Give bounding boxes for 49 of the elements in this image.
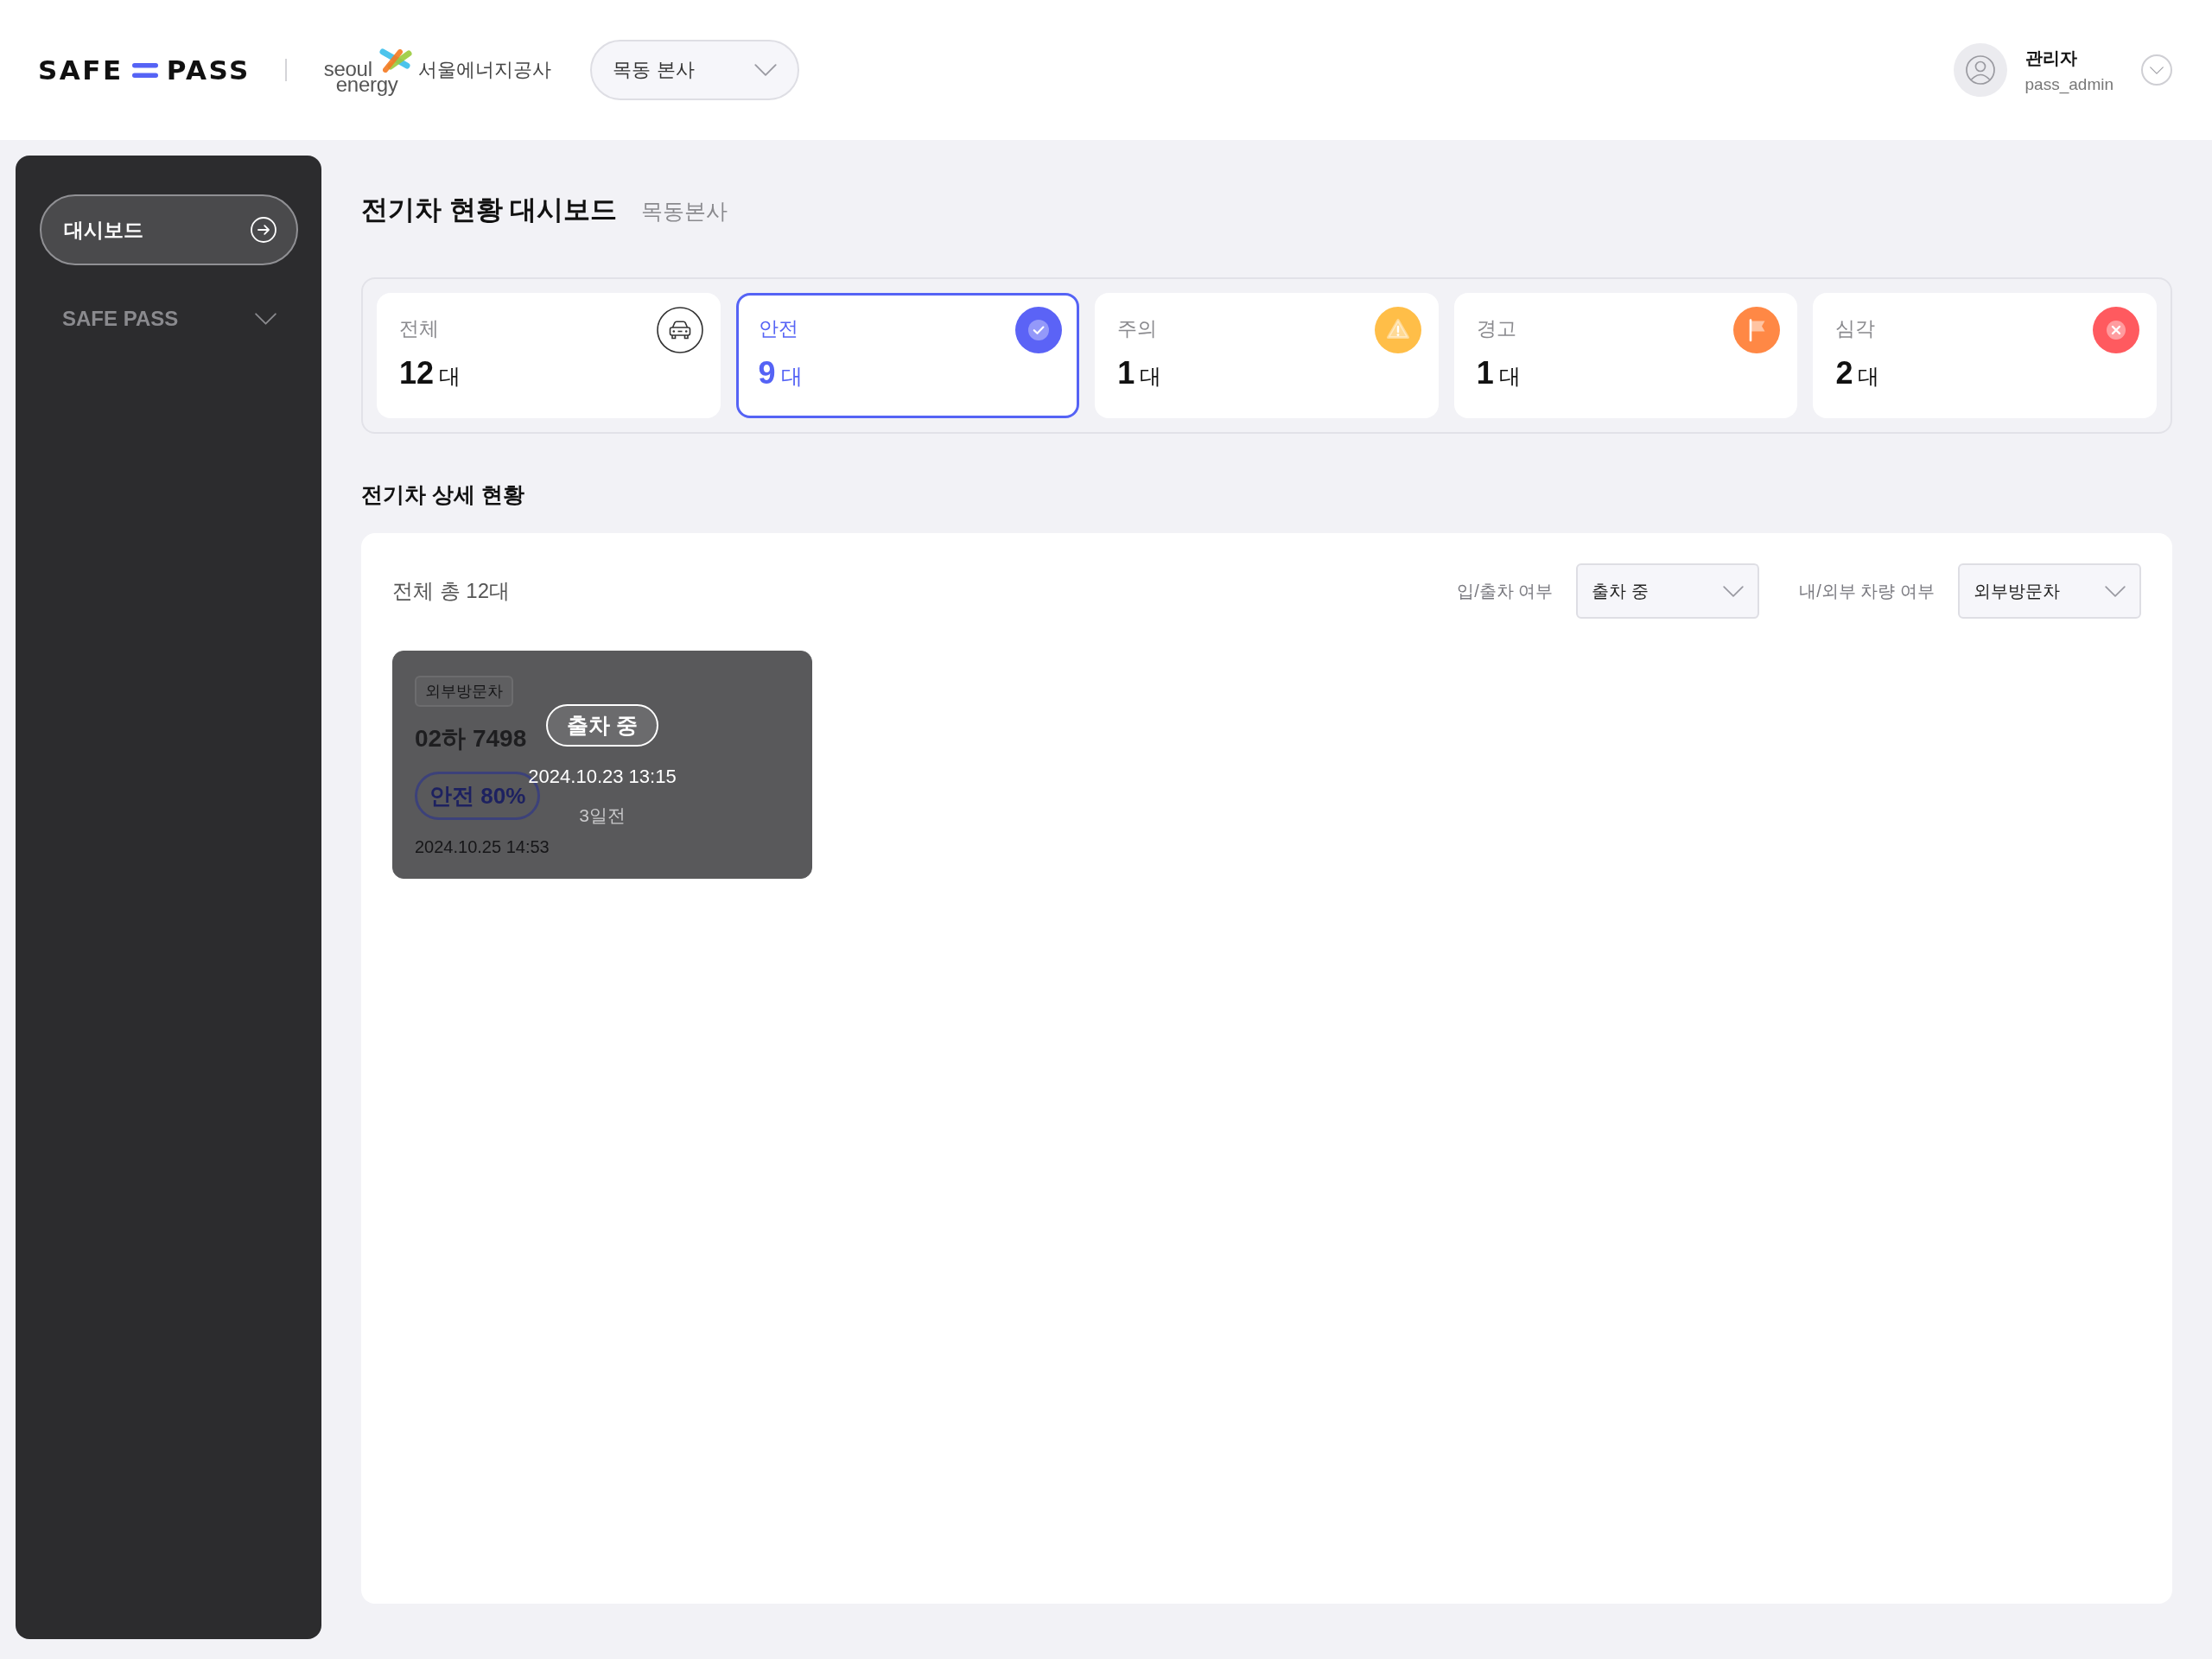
card-label: 경고: [1476, 316, 1517, 340]
page-subtitle: 목동본사: [641, 198, 728, 225]
page-title: 전기차 현황 대시보드: [361, 194, 618, 226]
elapsed-time: 3일전: [579, 804, 626, 826]
avatar-icon: [1953, 43, 2007, 97]
chevron-down-icon: [2105, 585, 2126, 597]
total-count: 전체 총 12대: [392, 578, 512, 604]
card-label: 안전: [758, 316, 799, 340]
section-title: 전기차 상세 현황: [361, 481, 525, 508]
company-name: 서울에너지공사: [418, 58, 552, 82]
vehicle-count: 2 대: [1835, 356, 1880, 392]
plate-number: 02하 7498: [415, 724, 527, 753]
vehicle-card[interactable]: 외부방문차 02하 7498 안전 80% 2024.10.25 14:53 출차 중 2024.10.23 13:15 3일전: [392, 651, 812, 879]
vehicle-count: 1 대: [1476, 356, 1521, 392]
crossed-bars-icon: [378, 48, 414, 73]
summary-card[interactable]: 경고 1 대: [1453, 293, 1798, 418]
vehicle-count: 9 대: [758, 356, 803, 392]
exit-time: 2024.10.23 13:15: [528, 765, 677, 788]
filter-select[interactable]: 출차 중: [1576, 563, 1760, 619]
filter-label: 내/외부 차량 여부: [1799, 580, 1935, 602]
summary-card[interactable]: 전체 12 대: [377, 293, 721, 418]
equals-icon: [131, 62, 158, 78]
status-badge: 출차 중: [546, 703, 658, 747]
logo-text: SAFE: [38, 56, 124, 84]
logo-text: seoul: [323, 61, 373, 77]
filter-select[interactable]: 외부방문차: [1958, 563, 2141, 619]
user-id: pass_admin: [2024, 74, 2113, 94]
summary-card[interactable]: 심각 2 대: [1813, 293, 2157, 418]
card-label: 전체: [399, 316, 440, 340]
chevron-down-icon: [1723, 585, 1745, 597]
filter-label: 입/출차 여부: [1457, 580, 1554, 602]
car-icon: [656, 307, 703, 353]
timestamp: 2024.10.25 14:53: [415, 836, 550, 857]
chevron-down-icon: [754, 64, 778, 76]
branch-select[interactable]: 목동 본사: [590, 40, 800, 100]
summary-card[interactable]: 주의 1 대: [1095, 293, 1439, 418]
vehicle-count: 1 대: [1117, 356, 1162, 392]
summary-card[interactable]: 안전 9 대: [735, 293, 1080, 418]
chevron-down-icon: [2150, 66, 2164, 74]
user-name: 관리자: [2024, 47, 2078, 69]
arrow-circle-icon: [251, 217, 276, 243]
vehicle-type-tag: 외부방문차: [415, 676, 513, 707]
logo-text: PASS: [166, 56, 251, 84]
card-label: 주의: [1117, 316, 1159, 340]
nav-link[interactable]: 대시보드: [40, 194, 298, 265]
card-label: 심각: [1835, 316, 1877, 340]
vehicle-count: 12 대: [399, 356, 461, 392]
user-menu-button[interactable]: [2141, 54, 2172, 86]
nav-group[interactable]: SAFE PASS: [40, 302, 298, 336]
